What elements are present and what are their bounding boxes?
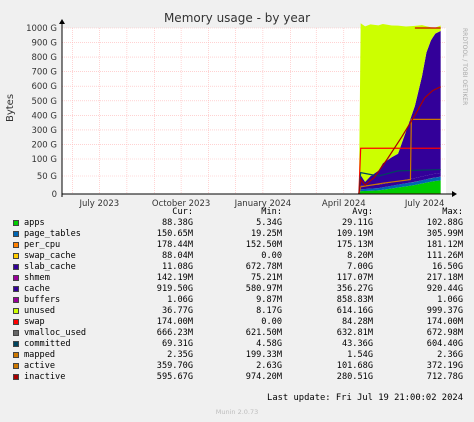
memory-usage-chart: Memory usage - by year Bytes RRDTOOL / T…	[5, 11, 468, 209]
y-tick-labels: 0 50 G 100 G 200 G 300 G 400 G 500 G 600 G 700 G…	[26, 24, 57, 200]
stacked-areas	[358, 23, 441, 195]
x-tick-labels: July 2023 October 2023 January 2024 April 2…	[79, 199, 445, 209]
rrdtool-side-text: RRDTOOL / TOBI OETIKER	[461, 28, 468, 105]
y-tick-label: 300 G	[31, 126, 57, 136]
x-tick-label: January 2024	[234, 199, 292, 209]
chart-title: Memory usage - by year	[164, 11, 310, 25]
x-tick-label: July 2023	[79, 199, 120, 209]
y-tick-label: 1000 G	[26, 24, 57, 34]
x-tick-label: April 2024	[322, 199, 366, 209]
y-tick-label: 50 G	[37, 172, 57, 182]
y-tick-label: 800 G	[31, 53, 57, 63]
y-tick-label: 100 G	[31, 155, 57, 165]
x-tick-label: July 2024	[404, 199, 445, 209]
x-tick-label: October 2023	[152, 199, 210, 209]
y-axis-label: Bytes	[5, 94, 16, 122]
y-tick-label: 700 G	[31, 68, 57, 78]
y-tick-label: 0	[52, 190, 57, 200]
y-tick-label: 600 G	[31, 82, 57, 92]
y-tick-label: 900 G	[31, 39, 57, 49]
y-tick-label: 500 G	[31, 97, 57, 107]
y-tick-label: 400 G	[31, 111, 57, 121]
y-tick-label: 200 G	[31, 140, 57, 150]
